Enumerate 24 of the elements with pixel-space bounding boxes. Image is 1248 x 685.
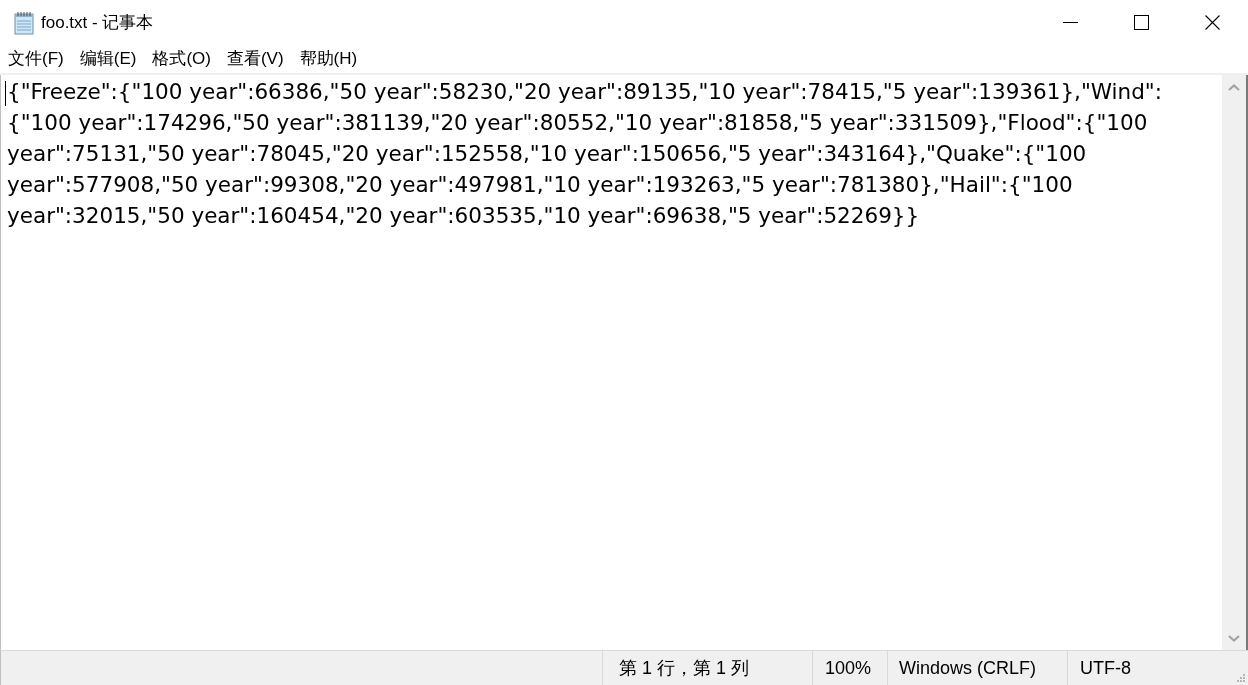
- scrollbar[interactable]: [1222, 75, 1246, 650]
- minimize-icon: [1063, 22, 1078, 23]
- menu-item[interactable]: 格式(O): [152, 48, 211, 70]
- menu-item[interactable]: 查看(V): [226, 48, 284, 70]
- menu-item[interactable]: 帮助(H): [299, 48, 358, 70]
- notepad-icon: [13, 10, 35, 35]
- chevron-down-icon: [1228, 634, 1240, 642]
- text-line: year":32015,"50 year":160454,"20 year":603535,"10 year":69638,"5 year":52269}}: [7, 202, 920, 230]
- text-line: {"Freeze":{"100 year":66386,"50 year":58230,"20 year":89135,"10 year":78415,"5 year":139361},"Wind":: [7, 78, 1162, 106]
- text-cursor: [5, 81, 6, 106]
- text-line: year":577908,"50 year":99308,"20 year":497981,"10 year":193263,"5 year":781380},"Hail":{"100: [7, 171, 1073, 199]
- text-line: {"100 year":174296,"50 year":381139,"20 year":80552,"10 year":81858,"5 year":331509},"Flood":{"100: [7, 109, 1148, 137]
- menu-item[interactable]: 编辑(E): [79, 48, 137, 70]
- status-text: 第 1 行，第 1 列: [619, 657, 750, 679]
- status-text: UTF-8: [1080, 657, 1131, 679]
- chevron-up-icon: [1228, 83, 1240, 91]
- status-text: 100%: [825, 657, 872, 679]
- text-line: year":75131,"50 year":78045,"20 year":152558,"10 year":150656,"5 year":343164},"Quake":{"100: [7, 140, 1087, 168]
- menu-item[interactable]: 文件(F): [8, 48, 64, 70]
- window-title: foo.txt - 记事本: [41, 11, 154, 34]
- close-icon: [1205, 15, 1220, 30]
- maximize-icon: [1134, 15, 1149, 30]
- status-text: Windows (CRLF): [899, 657, 1036, 679]
- resize-grip-icon[interactable]: [1235, 672, 1245, 682]
